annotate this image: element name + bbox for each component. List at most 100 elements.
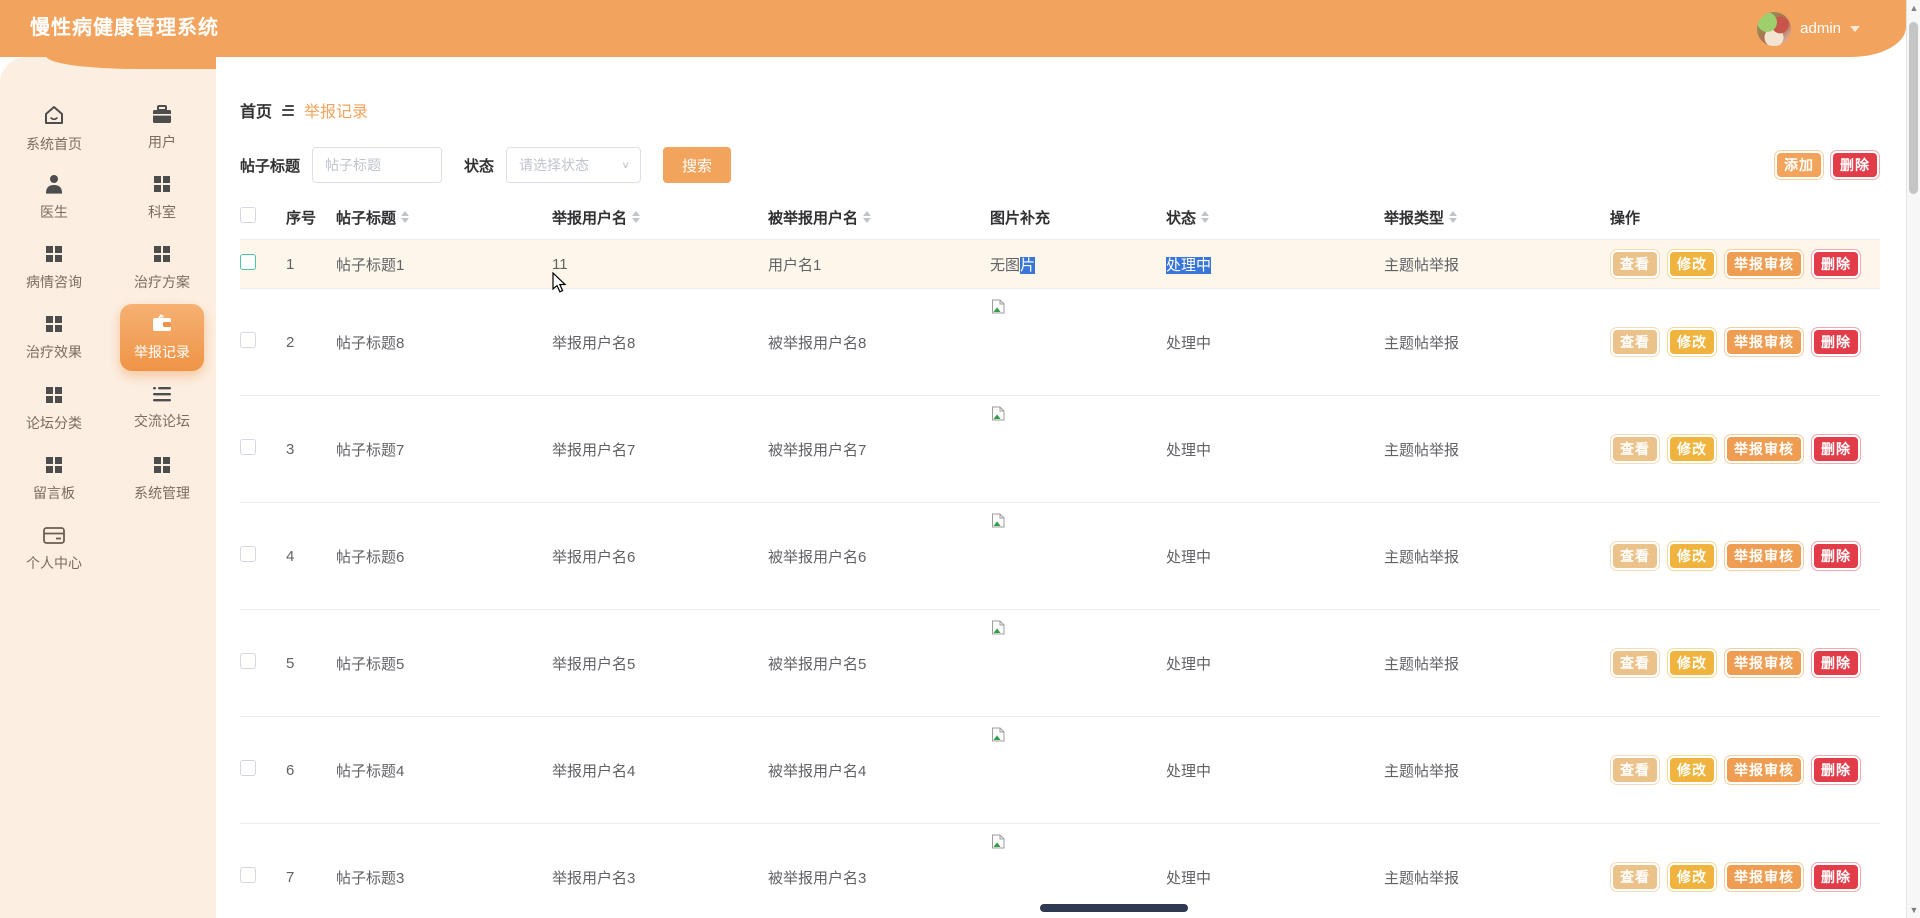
- review-button[interactable]: 举报审核: [1724, 327, 1804, 357]
- delete-row-button[interactable]: 删除: [1811, 648, 1861, 678]
- post-title-input[interactable]: [312, 147, 443, 183]
- cell-image-text: 无图: [990, 256, 1021, 274]
- scroll-up-icon[interactable]: ▲: [1907, 1, 1920, 15]
- row-checkbox[interactable]: [240, 867, 256, 883]
- row-checkbox[interactable]: [240, 653, 256, 669]
- cell-reported: 被举报用户名4: [768, 762, 867, 780]
- column-header: 图片补充: [990, 207, 1166, 228]
- sidebar-item-label: 病情咨询: [26, 274, 82, 290]
- user-menu[interactable]: admin: [1757, 0, 1860, 57]
- edit-button[interactable]: 修改: [1667, 862, 1717, 892]
- edit-button[interactable]: 修改: [1667, 327, 1717, 357]
- review-button[interactable]: 举报审核: [1724, 862, 1804, 892]
- view-button[interactable]: 查看: [1610, 541, 1660, 571]
- column-header-label: 图片补充: [990, 209, 1051, 227]
- button-label: 查看: [1613, 758, 1657, 782]
- button-label: 删除: [1814, 437, 1858, 461]
- delete-row-button[interactable]: 删除: [1811, 862, 1861, 892]
- breadcrumb: 首页 举报记录: [240, 99, 1880, 121]
- button-label: 修改: [1670, 865, 1714, 889]
- review-button[interactable]: 举报审核: [1724, 755, 1804, 785]
- delete-row-button[interactable]: 删除: [1811, 541, 1861, 571]
- grid-icon: [151, 173, 173, 195]
- edit-button[interactable]: 修改: [1667, 648, 1717, 678]
- sort-icon[interactable]: [401, 211, 410, 223]
- edit-button[interactable]: 修改: [1667, 249, 1717, 279]
- grid-icon: [151, 243, 173, 265]
- review-button[interactable]: 举报审核: [1724, 249, 1804, 279]
- delete-row-button[interactable]: 删除: [1811, 755, 1861, 785]
- edit-button[interactable]: 修改: [1667, 755, 1717, 785]
- edit-button[interactable]: 修改: [1667, 541, 1717, 571]
- cell-reporter: 举报用户名3: [552, 869, 636, 887]
- view-button[interactable]: 查看: [1610, 327, 1660, 357]
- button-label: 删除: [1814, 252, 1858, 276]
- vertical-scrollbar[interactable]: ▲ ▼: [1906, 0, 1920, 918]
- review-button[interactable]: 举报审核: [1724, 434, 1804, 464]
- sort-icon[interactable]: [1201, 211, 1210, 223]
- cell-reported: 被举报用户名5: [768, 655, 867, 673]
- table-row: 6 帖子标题4 举报用户名4 被举报用户名4 处理中 主题帖举报 查看 修改 举报审核 删除: [240, 717, 1880, 824]
- add-button[interactable]: 添加: [1774, 150, 1824, 180]
- edit-button[interactable]: 修改: [1667, 434, 1717, 464]
- delete-row-button[interactable]: 删除: [1811, 327, 1861, 357]
- sidebar-item-4[interactable]: 科室: [108, 173, 216, 221]
- view-button[interactable]: 查看: [1610, 755, 1660, 785]
- select-all-checkbox[interactable]: [240, 206, 256, 223]
- button-label: 修改: [1670, 758, 1714, 782]
- sidebar-item-8[interactable]: 举报记录: [120, 304, 204, 371]
- home-icon: [42, 103, 66, 127]
- sidebar-item-5[interactable]: 病情咨询: [0, 243, 108, 291]
- row-checkbox[interactable]: [240, 760, 256, 776]
- button-label: 查看: [1613, 330, 1657, 354]
- button-label: 举报审核: [1727, 252, 1801, 276]
- scroll-down-icon[interactable]: ▼: [1907, 903, 1920, 917]
- review-button[interactable]: 举报审核: [1724, 541, 1804, 571]
- view-button[interactable]: 查看: [1610, 862, 1660, 892]
- column-header-label: 帖子标题: [336, 209, 397, 227]
- cell-type: 主题帖举报: [1384, 334, 1460, 352]
- column-header: 操作: [1610, 207, 1880, 228]
- row-checkbox[interactable]: [240, 332, 256, 348]
- view-button[interactable]: 查看: [1610, 648, 1660, 678]
- horizontal-scrollbar-thumb[interactable]: [1040, 904, 1188, 912]
- row-checkbox[interactable]: [240, 439, 256, 455]
- sort-icon[interactable]: [632, 211, 641, 223]
- view-button[interactable]: 查看: [1610, 249, 1660, 279]
- review-button[interactable]: 举报审核: [1724, 648, 1804, 678]
- doctor-icon: [43, 173, 65, 195]
- search-button[interactable]: 搜索: [663, 147, 732, 183]
- sidebar-item-12[interactable]: 系统管理: [108, 454, 216, 502]
- sidebar-item-1[interactable]: 系统首页: [0, 103, 108, 152]
- sidebar-item-6[interactable]: 治疗方案: [108, 243, 216, 291]
- cell-index: 5: [286, 654, 295, 672]
- sort-icon[interactable]: [1449, 211, 1458, 223]
- delete-row-button[interactable]: 删除: [1811, 434, 1861, 464]
- delete-button[interactable]: 删除: [1830, 150, 1880, 180]
- delete-row-button[interactable]: 删除: [1811, 249, 1861, 279]
- sidebar-item-10[interactable]: 交流论坛: [108, 384, 216, 432]
- avatar[interactable]: [1757, 11, 1792, 46]
- button-label: 查看: [1613, 651, 1657, 675]
- sidebar-item-2[interactable]: 用户: [108, 103, 216, 151]
- cell-index: 2: [286, 333, 295, 351]
- status-select[interactable]: 请选择状态 ∨: [506, 147, 642, 183]
- cell-type: 主题帖举报: [1384, 655, 1460, 673]
- sidebar-item-13[interactable]: 个人中心: [0, 524, 108, 572]
- cell-title: 帖子标题7: [336, 441, 405, 459]
- button-label: 修改: [1670, 252, 1714, 276]
- sidebar-item-7[interactable]: 治疗效果: [0, 313, 108, 361]
- sort-icon[interactable]: [863, 211, 872, 223]
- sidebar-item-3[interactable]: 医生: [0, 173, 108, 221]
- breadcrumb-home[interactable]: 首页: [240, 98, 272, 122]
- sidebar-item-11[interactable]: 留言板: [0, 454, 108, 502]
- view-button[interactable]: 查看: [1610, 434, 1660, 464]
- row-checkbox[interactable]: [240, 254, 256, 270]
- row-checkbox[interactable]: [240, 546, 256, 562]
- sidebar-item-9[interactable]: 论坛分类: [0, 384, 108, 432]
- grid-icon: [43, 313, 65, 335]
- column-header-label: 举报用户名: [552, 209, 628, 227]
- vertical-scrollbar-thumb[interactable]: [1909, 22, 1918, 194]
- broken-image-icon: [990, 727, 1007, 747]
- column-header: 举报用户名: [552, 207, 768, 228]
